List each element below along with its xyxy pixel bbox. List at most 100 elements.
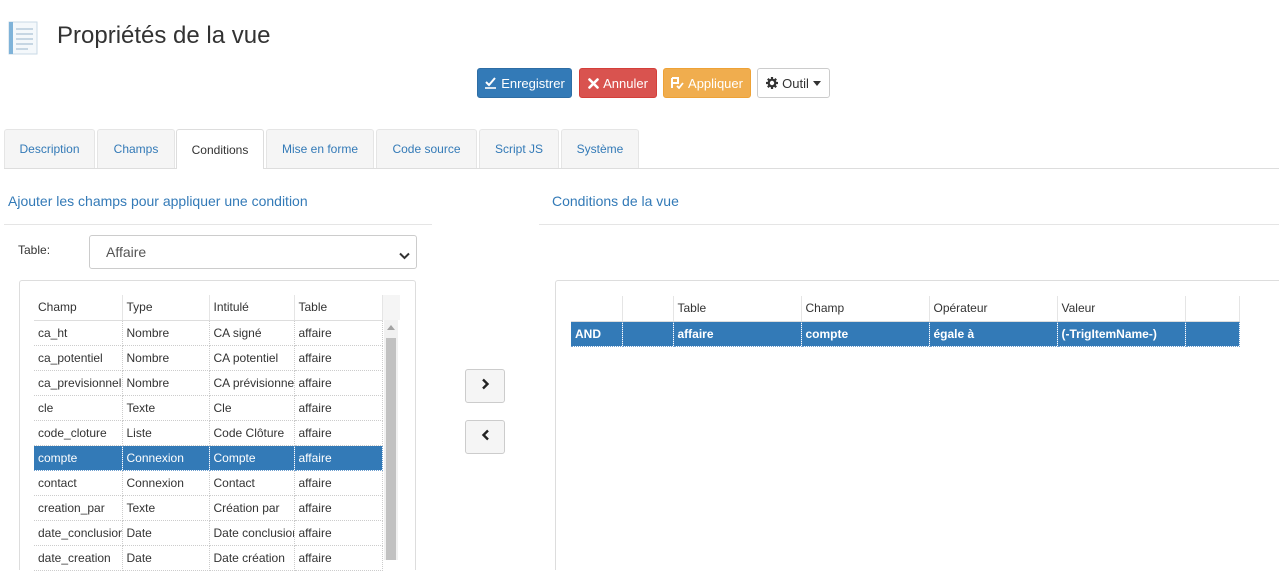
column-header[interactable]: Champ [801, 296, 930, 322]
cell-type: Texte [122, 495, 210, 521]
cell-type: Connexion [122, 470, 210, 496]
cell-table: affaire [294, 470, 383, 496]
cell-operateur: égale à [929, 321, 1058, 347]
table-row-selected[interactable]: compte Connexion Compte affaire [34, 445, 383, 471]
fields-grid: Champ Type Intitulé Table ca_ht Nombre CA … [34, 295, 383, 571]
cell-champ: compte [801, 321, 930, 347]
tab-script-js[interactable]: Script JS [479, 129, 559, 168]
cancel-label: Annuler [603, 75, 648, 91]
chevron-right-icon [481, 377, 490, 395]
column-header[interactable]: Type [122, 295, 210, 321]
cell-table: affaire [294, 420, 383, 446]
cell-intitule: CA signé [209, 320, 295, 346]
save-check-icon [484, 77, 497, 89]
caret-down-icon [812, 80, 821, 86]
cell-table: affaire [294, 445, 383, 471]
cell-type: Nombre [122, 345, 210, 371]
cell-champ: cle [34, 395, 123, 421]
column-header[interactable] [1185, 296, 1240, 322]
column-header[interactable]: Opérateur [929, 296, 1058, 322]
table-row[interactable]: date_creation Date Date création affaire [34, 545, 383, 571]
cell-table: affaire [294, 545, 383, 571]
tool-dropdown-button[interactable]: Outil [757, 68, 830, 98]
save-button[interactable]: Enregistrer [477, 68, 572, 98]
table-row[interactable]: code_cloture Liste Code Clôture affaire [34, 420, 383, 446]
cell-champ: ca_potentiel [34, 345, 123, 371]
cell-champ: ca_previsionnel [34, 370, 123, 396]
column-header[interactable]: Intitulé [209, 295, 295, 321]
cell-intitule: CA potentiel [209, 345, 295, 371]
save-label: Enregistrer [501, 75, 565, 91]
grid-header-row: Table Champ Opérateur Valeur [571, 296, 1240, 322]
fields-scrollbar[interactable] [384, 320, 398, 560]
table-row[interactable]: date_conclusion Date Date conclusion affair… [34, 520, 383, 546]
scroll-up-arrow-icon[interactable] [387, 325, 395, 330]
divider [539, 224, 1279, 225]
tab-conditions[interactable]: Conditions [176, 129, 264, 169]
cell-champ: contact [34, 470, 123, 496]
grid-header-row: Champ Type Intitulé Table [34, 295, 383, 321]
tab-description[interactable]: Description [4, 129, 95, 168]
cell-type: Date [122, 520, 210, 546]
cell-type: Texte [122, 395, 210, 421]
table-row[interactable]: ca_previsionnel Nombre CA prévisionnel affa… [34, 370, 383, 396]
gear-icon [766, 77, 779, 89]
tab-code-source[interactable]: Code source [376, 129, 477, 168]
cell-logic: AND [571, 321, 623, 347]
cell-intitule: Date création [209, 545, 295, 571]
column-header[interactable]: Table [294, 295, 383, 321]
cell-intitule: Cle [209, 395, 295, 421]
page-title: Propriétés de la vue [57, 22, 271, 49]
table-label: Table: [18, 243, 51, 257]
tab-bar: Description Champs Conditions Mise en fo… [4, 129, 1279, 169]
cell-intitule: Code Clôture [209, 420, 295, 446]
table-row[interactable]: ca_ht Nombre CA signé affaire [34, 320, 383, 346]
column-header[interactable]: Table [673, 296, 802, 322]
cell-champ: date_conclusion [34, 520, 123, 546]
cell-type: Nombre [122, 320, 210, 346]
cell-type: Date [122, 545, 210, 571]
cell-champ: creation_par [34, 495, 123, 521]
scrollbar-thumb[interactable] [386, 338, 396, 560]
apply-button[interactable]: Appliquer [663, 68, 751, 98]
cell-intitule: CA prévisionnel [209, 370, 295, 396]
grid-header-filler [382, 295, 400, 320]
column-header[interactable] [622, 296, 674, 322]
add-condition-button[interactable] [465, 369, 505, 403]
divider [4, 224, 432, 225]
apply-label: Appliquer [688, 75, 743, 91]
table-select-value: Affaire [106, 244, 147, 260]
chevron-left-icon [481, 428, 490, 446]
cancel-button[interactable]: Annuler [579, 68, 657, 98]
close-icon [588, 77, 599, 89]
tab-champs[interactable]: Champs [97, 129, 175, 168]
tab-systeme[interactable]: Système [561, 129, 639, 168]
cell-table: affaire [294, 345, 383, 371]
apply-icon [671, 77, 684, 89]
cell-table: affaire [294, 320, 383, 346]
cell-intitule: Création par [209, 495, 295, 521]
cell-type: Nombre [122, 370, 210, 396]
table-row[interactable]: creation_par Texte Création par affaire [34, 495, 383, 521]
column-header[interactable]: Champ [34, 295, 123, 321]
document-icon [6, 20, 40, 56]
cell-valeur: (-TrigItemName-) [1057, 321, 1186, 347]
table-row[interactable]: ca_potentiel Nombre CA potentiel affaire [34, 345, 383, 371]
cell-table: affaire [673, 321, 802, 347]
table-select[interactable]: Affaire [89, 235, 417, 269]
cell-intitule: Compte [209, 445, 295, 471]
condition-row-selected[interactable]: AND affaire compte égale à (-TrigItemNam… [571, 321, 1240, 347]
cell-champ: ca_ht [34, 320, 123, 346]
table-row[interactable]: contact Connexion Contact affaire [34, 470, 383, 496]
cell-type: Liste [122, 420, 210, 446]
cell-table: affaire [294, 495, 383, 521]
cell-champ: code_cloture [34, 420, 123, 446]
remove-condition-button[interactable] [465, 420, 505, 454]
column-header[interactable]: Valeur [1057, 296, 1186, 322]
cell-blank [1185, 321, 1240, 347]
tab-mise-en-forme[interactable]: Mise en forme [266, 129, 374, 168]
column-header[interactable] [571, 296, 623, 322]
cell-champ: date_creation [34, 545, 123, 571]
table-row[interactable]: cle Texte Cle affaire [34, 395, 383, 421]
add-fields-heading: Ajouter les champs pour appliquer une co… [8, 193, 308, 209]
